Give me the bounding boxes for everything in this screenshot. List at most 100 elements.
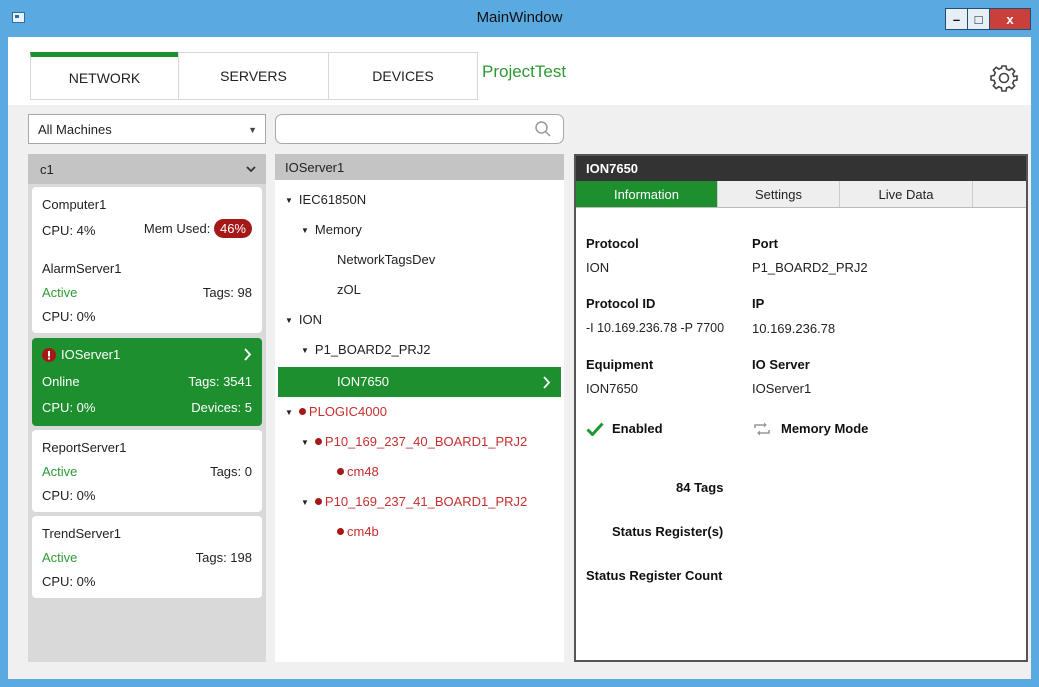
server-name: Computer1 (42, 197, 107, 212)
title-bar[interactable]: MainWindow – □ x (0, 0, 1039, 37)
server-status: Active (42, 550, 78, 565)
minimize-button[interactable]: – (945, 8, 968, 30)
tree-node-label: NetworkTagsDev (337, 252, 436, 267)
mem-used-label: Mem Used: (143, 221, 211, 236)
server-name: IOServer1 (61, 347, 121, 362)
tree-node-selected[interactable]: ION7650 (278, 367, 561, 397)
detail-tabs: Information Settings Live Data (576, 181, 1026, 208)
server-card-ioserver1[interactable]: IOServer1 Online Tags: 3541 CPU: 0% Devi… (32, 338, 262, 426)
top-tabs: NETWORK SERVERS DEVICES ProjectTest (8, 37, 1031, 105)
server-tags: Tags: 3541 (188, 374, 252, 389)
expand-icon: ▼ (285, 196, 293, 205)
protocol-label: Protocol (586, 236, 639, 251)
expand-icon: ▼ (301, 226, 309, 235)
tree-node[interactable]: cm4b (337, 524, 379, 539)
server-tags: Tags: 0 (210, 464, 252, 479)
tree-node[interactable]: ▼ ION (285, 312, 322, 327)
sync-icon (754, 422, 770, 436)
server-name: AlarmServer1 (42, 261, 122, 276)
mem-used: Mem Used: 46% (143, 219, 252, 238)
status-registers: Status Register(s) (612, 524, 724, 539)
window-title: MainWindow (476, 9, 563, 26)
group-name: c1 (40, 161, 54, 177)
error-dot-icon (298, 408, 306, 415)
group-header[interactable]: c1 (28, 154, 266, 184)
tab-network[interactable]: NETWORK (30, 52, 179, 100)
window-controls: – □ x (945, 8, 1031, 30)
tree-node[interactable]: ▼ IEC61850N (285, 192, 366, 207)
expand-icon: ▼ (285, 408, 293, 417)
main-window: MainWindow – □ x NETWORK SERVERS DEVICES… (0, 0, 1039, 687)
tree-header: IOServer1 (275, 154, 564, 180)
server-title: IOServer1 (42, 347, 120, 362)
tab-settings[interactable]: Settings (718, 181, 840, 207)
tree-node[interactable]: ▼ Memory (301, 222, 362, 237)
tree-node[interactable]: cm48 (337, 464, 379, 479)
search-icon (535, 121, 551, 137)
tree-node-label: zOL (337, 282, 361, 297)
device-detail-panel: ION7650 Information Settings Live Data P… (574, 154, 1028, 662)
server-tags: Tags: 198 (195, 550, 252, 565)
protocol-id-value: -I 10.169.236.78 -P 7700 (586, 321, 725, 335)
detail-header: ION7650 (576, 156, 1026, 181)
error-dot-icon (314, 498, 322, 505)
gear-icon[interactable] (989, 63, 1019, 93)
server-devices: Devices: 5 (191, 400, 252, 415)
tree-node-label: IEC61850N (298, 192, 367, 207)
chevron-right-icon (244, 348, 252, 361)
server-card-alarmserver1[interactable]: AlarmServer1 Active Tags: 98 CPU: 0% (32, 251, 262, 333)
checkmark-icon (586, 422, 604, 436)
tags-count: 84 Tags (676, 480, 724, 495)
device-tree: IOServer1 ▼ IEC61850N ▼ Memory NetworkTags… (275, 154, 564, 662)
server-cpu: CPU: 0% (42, 574, 96, 589)
tree-node-label: P10_169_237_41_BOARD1_PRJ2 (324, 494, 528, 509)
server-cpu: CPU: 0% (42, 400, 96, 415)
alert-icon (42, 347, 56, 362)
io-server-label: IO Server (752, 357, 810, 372)
tab-live-data[interactable]: Live Data (840, 181, 973, 207)
search-input[interactable] (275, 114, 564, 144)
expand-icon: ▼ (301, 498, 309, 507)
maximize-button[interactable]: □ (967, 8, 990, 30)
tree-node[interactable]: NetworkTagsDev (337, 252, 435, 267)
server-status: Active (42, 464, 78, 479)
tree-node-label: Memory (314, 222, 362, 237)
server-cpu: CPU: 0% (42, 488, 96, 503)
tab-servers[interactable]: SERVERS (178, 52, 329, 100)
io-server-value: IOServer1 (752, 381, 812, 396)
chevron-down-icon (246, 165, 256, 172)
expand-icon: ▼ (301, 438, 309, 447)
ip-value: 10.169.236.78 (752, 321, 836, 336)
expand-icon: ▼ (285, 316, 293, 325)
machine-filter-select[interactable]: All Machines ▼ (28, 114, 266, 144)
tab-devices[interactable]: DEVICES (328, 52, 478, 100)
server-card-reportserver1[interactable]: ReportServer1 Active Tags: 0 CPU: 0% (32, 430, 262, 512)
tree-node[interactable]: ▼ PLOGIC4000 (285, 404, 387, 419)
tree-node-label: P10_169_237_40_BOARD1_PRJ2 (324, 434, 528, 449)
chevron-right-icon (543, 376, 551, 389)
tab-information[interactable]: Information (576, 181, 718, 207)
port-label: Port (752, 236, 778, 251)
mem-used-badge: 46% (213, 219, 252, 238)
server-status: Online (42, 374, 80, 389)
server-list: c1 Computer1 CPU: 4% Mem Used: 46% Alarm… (28, 154, 266, 662)
close-button[interactable]: x (989, 8, 1031, 30)
tree-node-label: PLOGIC4000 (308, 404, 387, 419)
memory-mode: Memory Mode (781, 421, 869, 436)
client-area: NETWORK SERVERS DEVICES ProjectTest All … (8, 37, 1031, 679)
tree-node[interactable]: zOL (337, 282, 361, 297)
error-dot-icon (337, 468, 344, 475)
tree-node-label: P1_BOARD2_PRJ2 (314, 342, 431, 357)
tree-node[interactable]: ▼ P10_169_237_40_BOARD1_PRJ2 (301, 434, 527, 449)
tree-node-label: cm4b (347, 524, 379, 539)
error-dot-icon (314, 438, 322, 445)
status-register-count: Status Register Count (586, 568, 723, 583)
tree-node-label: ION7650 (337, 374, 390, 389)
tree-node[interactable]: ▼ P1_BOARD2_PRJ2 (301, 342, 431, 357)
expand-icon: ▼ (301, 346, 309, 355)
server-card-trendserver1[interactable]: TrendServer1 Active Tags: 198 CPU: 0% (32, 516, 262, 598)
server-tags: Tags: 98 (202, 285, 252, 300)
tree-node[interactable]: ▼ P10_169_237_41_BOARD1_PRJ2 (301, 494, 527, 509)
error-dot-icon (337, 528, 344, 535)
equipment-label: Equipment (586, 357, 654, 372)
